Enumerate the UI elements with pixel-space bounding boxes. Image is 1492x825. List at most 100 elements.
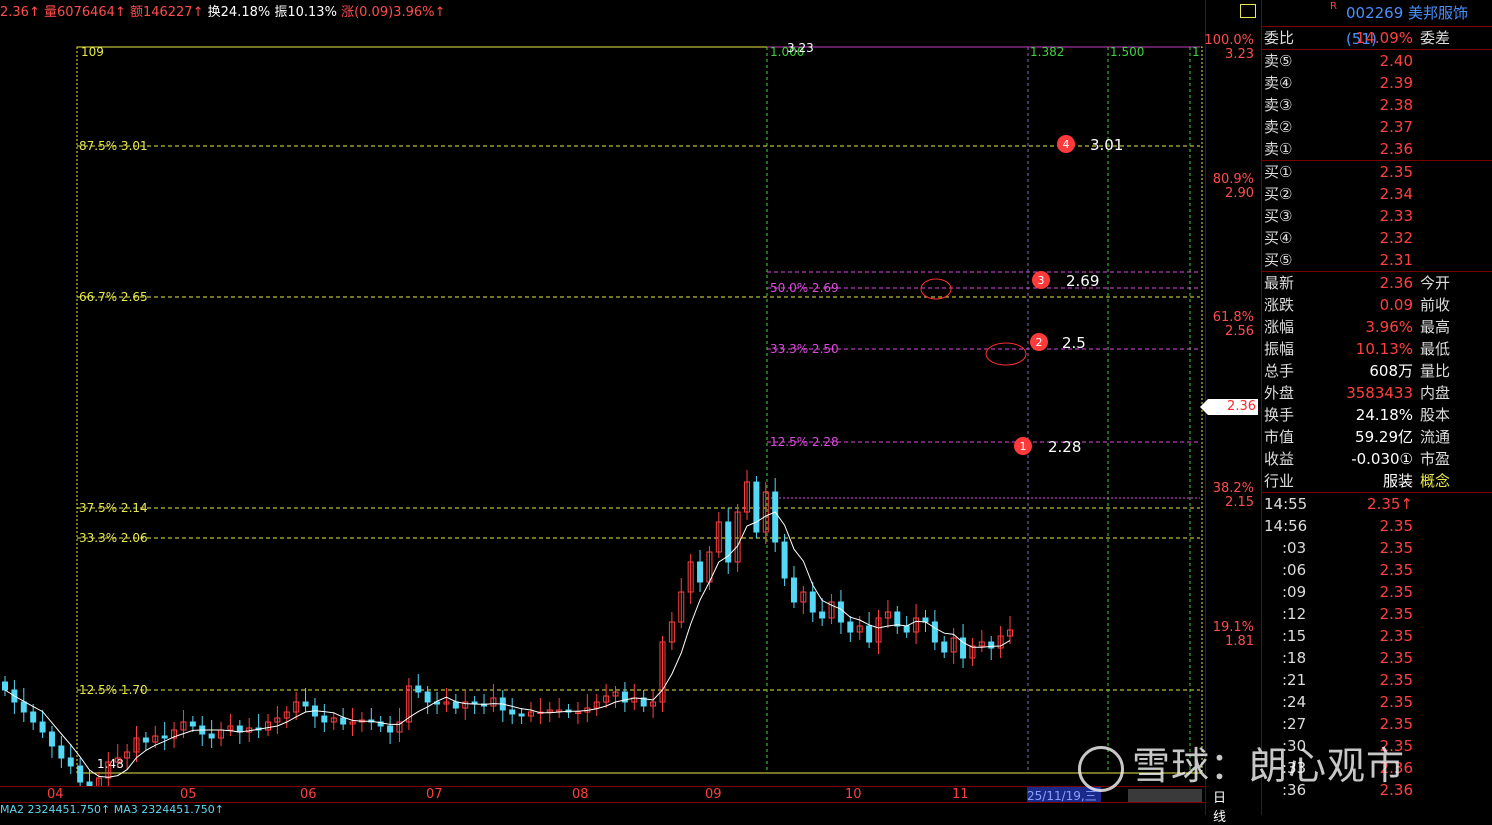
axis-price-label: 2.56 <box>1225 324 1254 339</box>
tick-time: 14:56 <box>1264 517 1308 535</box>
candle-body <box>189 721 196 727</box>
amplitude: 振10.13% <box>274 5 337 20</box>
axis-pct-label: 80.9% <box>1212 172 1254 187</box>
tick-time: :15 <box>1282 627 1307 645</box>
candle-body <box>837 601 844 623</box>
row-label: 换手 <box>1264 406 1295 424</box>
watermark-text: 雪球：朗心观市 <box>1132 744 1406 788</box>
row-value: 2.31 <box>1379 251 1413 269</box>
tick-time: 14:55 <box>1264 495 1308 513</box>
level-marker-num: 4 <box>1063 138 1070 151</box>
candlestick-chart[interactable]: 109 1.48 87.5% 3.01 66.7% 2.65 37.5% 2.14 33.… <box>0 26 1205 786</box>
stat-row: 收益 -0.030① 市盈 <box>1262 448 1492 470</box>
tick-price: 2.35↑ <box>1367 495 1413 513</box>
row-value: 2.33 <box>1379 207 1413 225</box>
row-value: 2.32 <box>1379 229 1413 247</box>
row-label: 总手 <box>1264 362 1295 380</box>
candle-body <box>790 577 797 603</box>
price-axis: 100.0% 3.23 80.9% 2.90 61.8% 2.56 38.2% 2.15 19.… <box>1200 0 1258 815</box>
tick-time: :18 <box>1282 649 1307 667</box>
row-side-label: 概念 <box>1420 472 1451 490</box>
kline-canvas[interactable]: 1091.4887.5% 3.0166.7% 2.6537.5% 2.1433.… <box>0 26 1205 786</box>
row-value: 608万 <box>1369 362 1413 380</box>
row-value: 2.36 <box>1379 140 1413 158</box>
stat-row: 市值 59.29亿 流通 <box>1262 426 1492 448</box>
candle-body <box>77 765 84 783</box>
tick-row: :18 2.35 <box>1262 647 1492 669</box>
row-label: 卖③ <box>1264 96 1293 114</box>
stat-row: 最新 2.36 今开 <box>1262 271 1492 294</box>
tick-time: :09 <box>1282 583 1307 601</box>
peak-price-label: 3.23 <box>787 41 814 55</box>
change: 涨(0.09)3.96% <box>341 5 435 20</box>
axis-pct-label: 38.2% <box>1212 481 1254 496</box>
sell-level-row: 卖⑤ 2.40 <box>1262 49 1492 72</box>
candle-body <box>781 541 788 579</box>
quote-panel: R 002269 美邦服饰(51) 委比 14.09% 委差 卖⑤ 2.40 卖④ 2.39 卖③… <box>1261 0 1492 815</box>
row-label: 买⑤ <box>1264 251 1293 269</box>
time-fib-label: 1 <box>1192 45 1200 59</box>
fib-level-label: 87.5% 3.01 <box>79 139 148 153</box>
turnover: 换24.18% <box>207 5 271 20</box>
fib-level-label: 12.5% 1.70 <box>79 683 148 697</box>
row-side-label: 前收 <box>1420 296 1451 314</box>
row-value: 3583433 <box>1346 384 1413 402</box>
volume: 量6076464 <box>44 5 115 20</box>
sell-level-row: 卖④ 2.39 <box>1262 72 1492 94</box>
candle-body <box>697 561 704 583</box>
candle-body <box>142 737 149 743</box>
stat-row: 涨跌 0.09 前收 <box>1262 294 1492 316</box>
weibi-row: 委比 14.09% 委差 <box>1262 26 1492 49</box>
tick-row: :21 2.35 <box>1262 669 1492 691</box>
tick-row: :03 2.35 <box>1262 537 1492 559</box>
row-value: 10.13% <box>1355 340 1413 358</box>
window-toggle-button[interactable] <box>1240 4 1256 18</box>
candle-body <box>894 611 901 627</box>
row-side-label: 量比 <box>1420 362 1451 380</box>
level-marker-num: 1 <box>1020 440 1027 453</box>
fib-level-label: 50.0% 2.69 <box>770 281 839 295</box>
month-label: 06 <box>300 787 317 802</box>
current-price-tag: 2.36 <box>1200 399 1258 415</box>
candle-body <box>20 701 27 713</box>
candle-body <box>387 725 394 733</box>
row-side-label: 市盈 <box>1420 450 1451 468</box>
row-value: 14.09% <box>1355 29 1413 47</box>
stat-row: 涨幅 3.96% 最高 <box>1262 316 1492 338</box>
tick-price: 2.35 <box>1379 583 1413 601</box>
candle-body <box>30 711 37 723</box>
month-label: 04 <box>47 787 64 802</box>
month-label: 11 <box>952 787 969 802</box>
fib-frame <box>76 46 1203 774</box>
row-value: 3.96% <box>1365 318 1413 336</box>
stat-row: 振幅 10.13% 最低 <box>1262 338 1492 360</box>
tick-price: 2.35 <box>1379 627 1413 645</box>
month-label: 08 <box>572 787 589 802</box>
row-label: 收益 <box>1264 450 1295 468</box>
fib-level-label: 37.5% 2.14 <box>79 501 148 515</box>
row-label: 卖⑤ <box>1264 52 1293 70</box>
stock-title[interactable]: R 002269 美邦服饰(51) <box>1262 0 1492 48</box>
candle-body <box>931 621 938 643</box>
candle-body <box>236 725 243 733</box>
tick-row: :15 2.35 <box>1262 625 1492 647</box>
candle-body <box>819 611 826 619</box>
tick-price: 2.35 <box>1379 671 1413 689</box>
row-value: 2.36 <box>1379 274 1413 292</box>
row-side-label: 最低 <box>1420 340 1451 358</box>
month-label: 07 <box>426 787 443 802</box>
buy-level-row: 买① 2.35 <box>1262 160 1492 183</box>
row-value: 2.39 <box>1379 74 1413 92</box>
time-fib-label: 1.382 <box>1030 45 1064 59</box>
candle-body <box>452 701 459 709</box>
tick-row: :27 2.35 <box>1262 713 1492 735</box>
row-label: 振幅 <box>1264 340 1295 358</box>
row-side-label: 今开 <box>1420 274 1451 292</box>
row-label: 卖② <box>1264 118 1293 136</box>
candle-body <box>424 691 431 703</box>
tick-time: :24 <box>1282 693 1307 711</box>
candle-body <box>321 715 328 723</box>
period-selector[interactable]: 日线 <box>1213 787 1226 825</box>
sell-level-row: 卖① 2.36 <box>1262 138 1492 160</box>
fib-level-label: 66.7% 2.65 <box>79 290 148 304</box>
